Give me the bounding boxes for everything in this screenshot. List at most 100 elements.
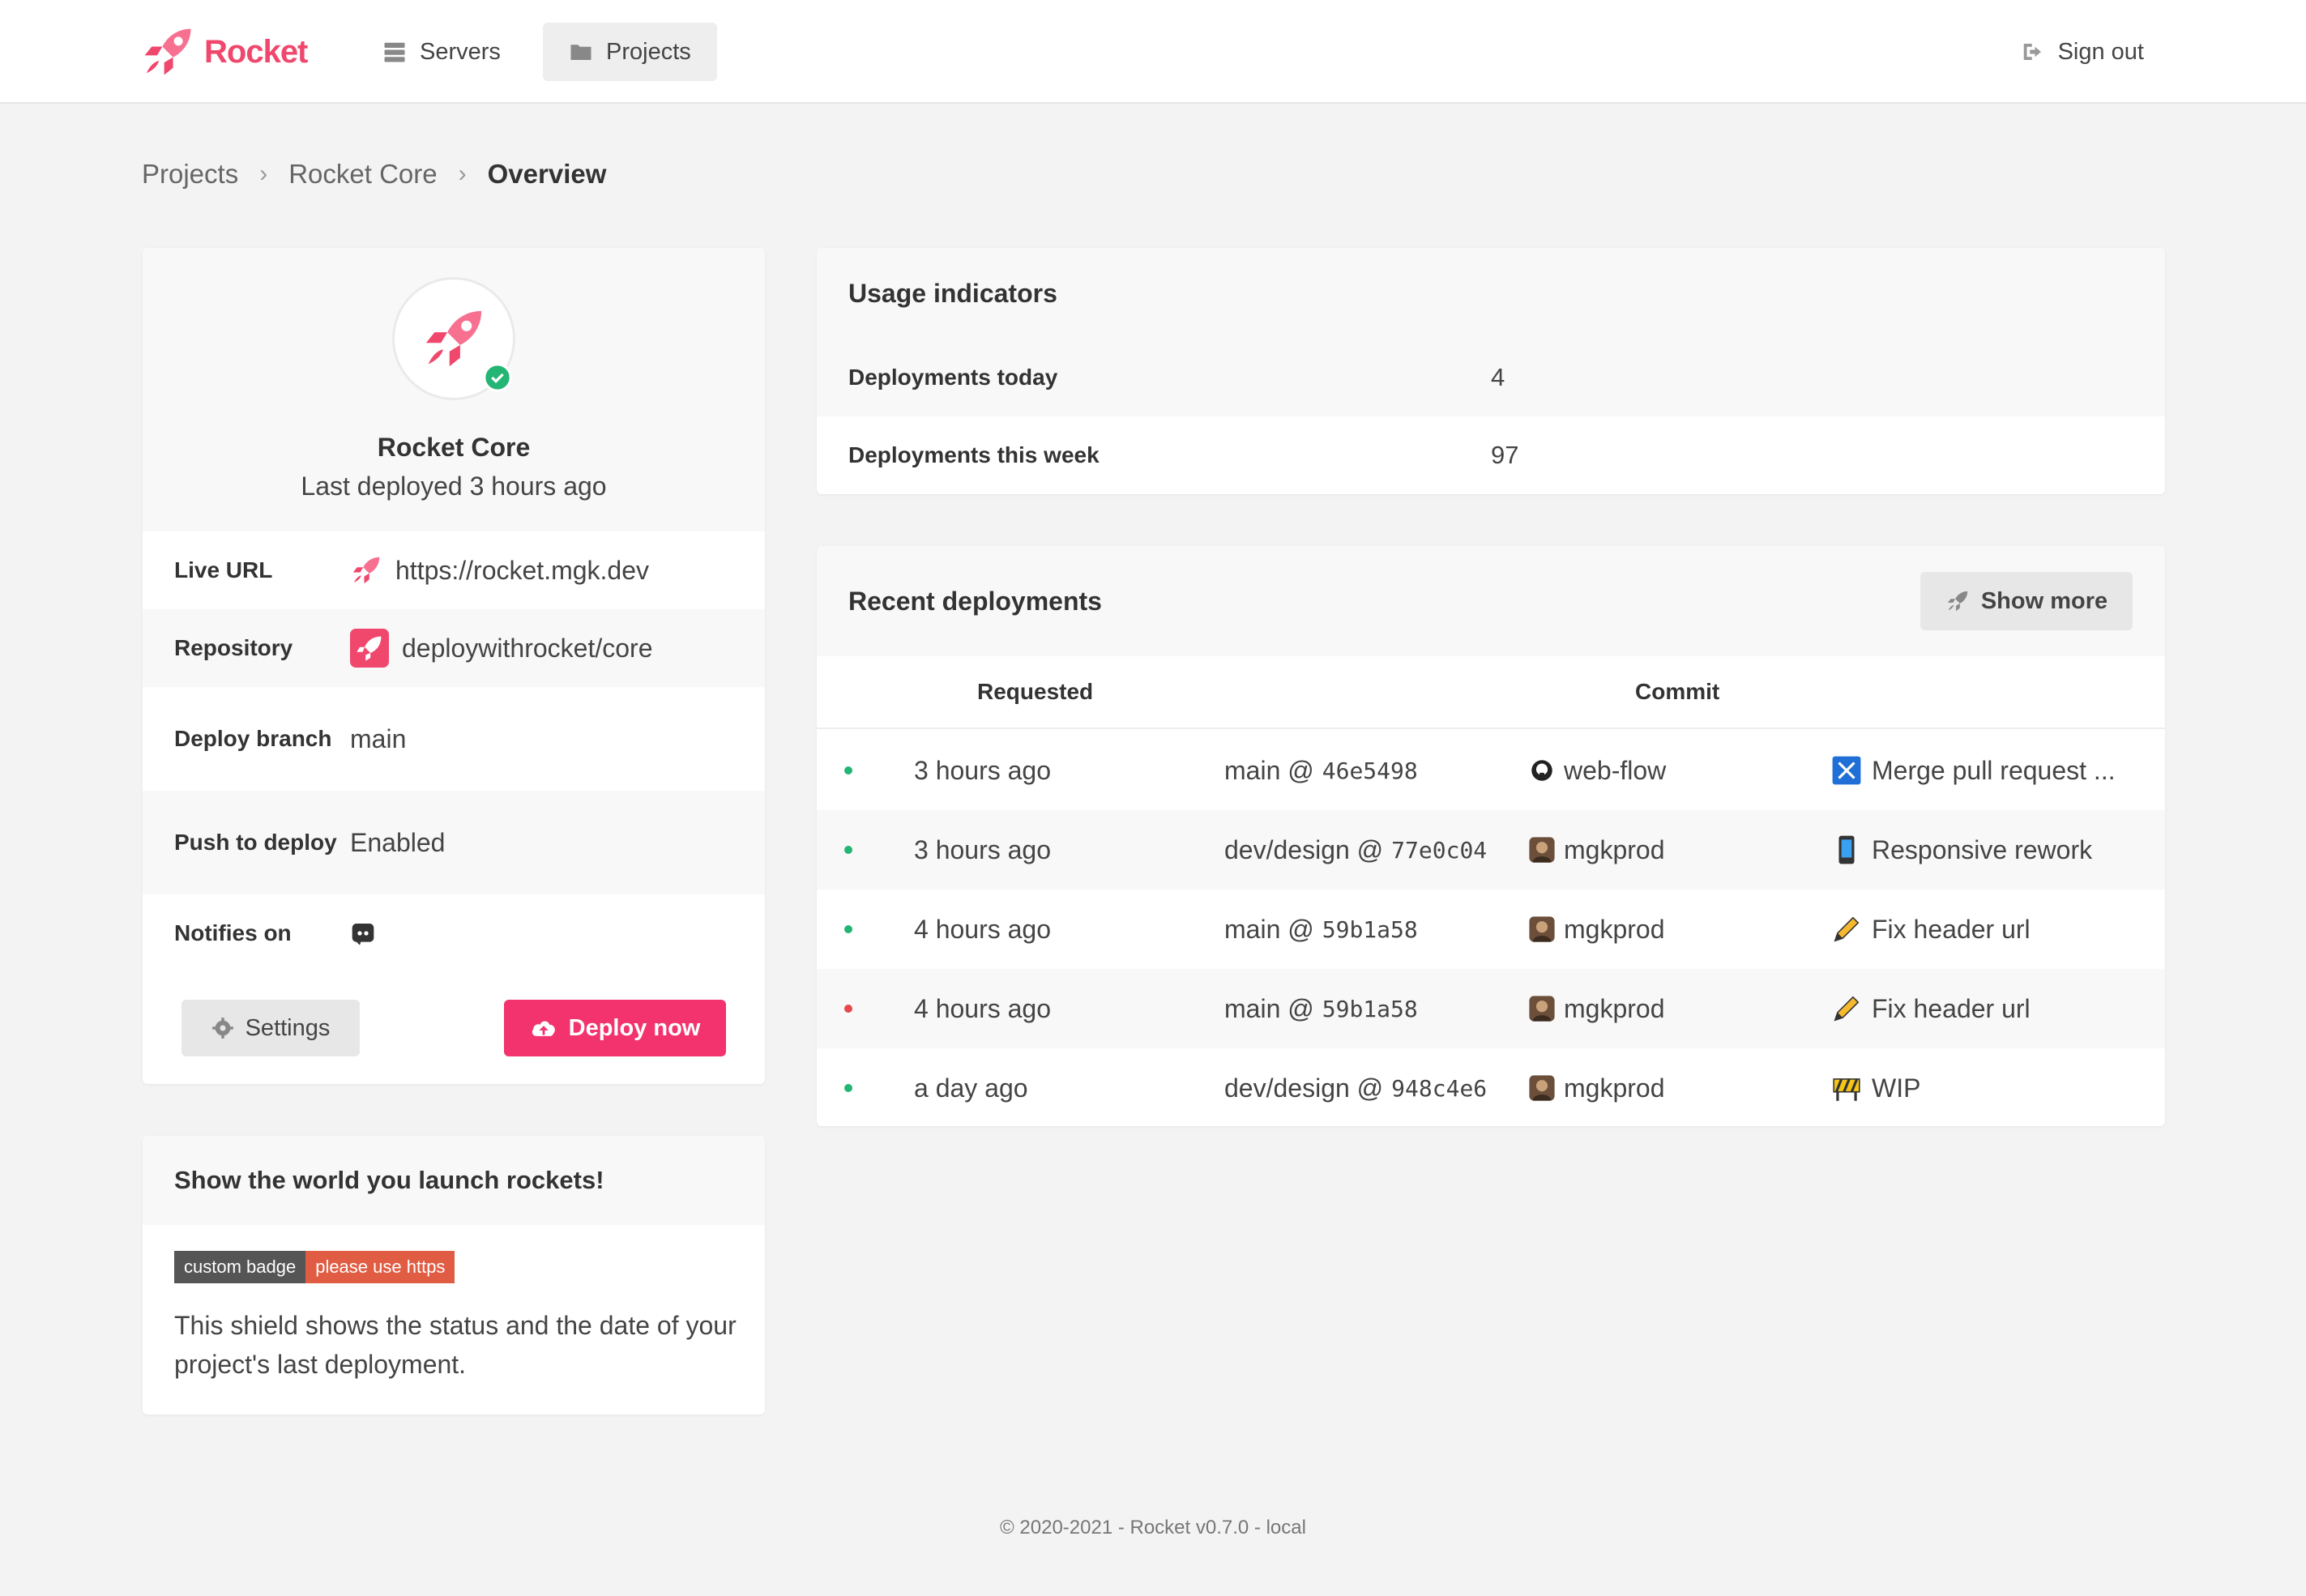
chevron-right-icon: › bbox=[259, 160, 268, 187]
deployment-branch: main @ 59b1a58 bbox=[1224, 890, 1418, 969]
github-icon bbox=[1528, 757, 1564, 784]
status-indicator bbox=[844, 766, 852, 775]
deployments-table-header: Requested Commit bbox=[817, 656, 2165, 729]
deploy-branch-value: main bbox=[350, 723, 407, 753]
branch-name: main @ bbox=[1224, 993, 1314, 1023]
commit-sha[interactable]: 948c4e6 bbox=[1391, 1075, 1487, 1102]
commit-author: web-flow bbox=[1528, 731, 1666, 810]
pencil-icon bbox=[1831, 914, 1872, 945]
shield-message: please use https bbox=[305, 1251, 455, 1283]
project-card: Rocket Core Last deployed 3 hours ago Li… bbox=[143, 248, 765, 1084]
commit-author: mgkprod bbox=[1528, 810, 1665, 890]
commit-message: Fix header url bbox=[1831, 890, 2031, 969]
brand-logo[interactable]: Rocket bbox=[139, 23, 308, 81]
commit-message-text: Merge pull request ... bbox=[1872, 755, 2116, 785]
info-row-push-to-deploy: Push to deploy Enabled bbox=[143, 791, 765, 894]
commit-message: Responsive rework bbox=[1831, 810, 2092, 890]
commit-sha[interactable]: 59b1a58 bbox=[1322, 916, 1418, 943]
rocket-logo-icon bbox=[144, 28, 191, 75]
sign-out-icon bbox=[2023, 44, 2041, 60]
shield-label: custom badge bbox=[174, 1251, 306, 1283]
author-name: mgkprod bbox=[1564, 834, 1665, 864]
deployment-row[interactable]: 4 hours ago main @ 59b1a58 mgkprod Fix heade… bbox=[817, 890, 2165, 969]
deployment-row[interactable]: 4 hours ago main @ 59b1a58 mgkprod Fix heade… bbox=[817, 969, 2165, 1048]
folder-icon bbox=[570, 45, 591, 60]
deployment-time: 4 hours ago bbox=[914, 914, 1052, 944]
deployment-time: a day ago bbox=[914, 1073, 1028, 1103]
commit-message-text: Fix header url bbox=[1872, 993, 2031, 1023]
deployment-time: 3 hours ago bbox=[914, 834, 1052, 864]
live-url-link[interactable]: https://rocket.mgk.dev bbox=[350, 554, 649, 587]
project-header: Rocket Core Last deployed 3 hours ago bbox=[143, 248, 765, 531]
branch-name: main @ bbox=[1224, 755, 1314, 785]
rocket-icon bbox=[425, 310, 482, 367]
commit-sha[interactable]: 59b1a58 bbox=[1322, 996, 1418, 1022]
deploy-now-button[interactable]: Deploy now bbox=[504, 1000, 726, 1056]
status-dot bbox=[844, 810, 852, 890]
deployment-branch: dev/design @ 77e0c04 bbox=[1224, 810, 1487, 890]
mobile-phone-icon bbox=[1831, 834, 1872, 865]
user-avatar-icon bbox=[1528, 915, 1564, 943]
usage-row: Deployments today 4 bbox=[817, 339, 2165, 416]
info-label: Live URL bbox=[174, 557, 273, 582]
branch-name: dev/design @ bbox=[1224, 1073, 1384, 1103]
branch-name: main @ bbox=[1224, 914, 1314, 944]
deployment-row[interactable]: a day ago dev/design @ 948c4e6 mgkprod WIP bbox=[817, 1048, 2165, 1126]
status-dot bbox=[844, 1048, 852, 1126]
user-avatar-icon bbox=[1528, 995, 1564, 1022]
breadcrumb: Projects › Rocket Core › Overview bbox=[142, 159, 606, 190]
brand-name: Rocket bbox=[204, 33, 308, 70]
settings-button[interactable]: Settings bbox=[181, 1000, 360, 1056]
chevron-right-icon: › bbox=[458, 160, 467, 187]
commit-sha[interactable]: 77e0c04 bbox=[1391, 837, 1487, 864]
usage-label: Deployments today bbox=[848, 365, 1058, 390]
deployment-row[interactable]: 3 hours ago dev/design @ 77e0c04 mgkprod Res… bbox=[817, 810, 2165, 890]
status-indicator bbox=[844, 1084, 852, 1092]
usage-label: Deployments this week bbox=[848, 442, 1100, 467]
breadcrumb-current: Overview bbox=[487, 159, 607, 189]
info-row-notifies-on: Notifies on bbox=[143, 894, 765, 972]
merge-icon bbox=[1831, 755, 1872, 786]
commit-sha[interactable]: 46e5498 bbox=[1322, 757, 1418, 784]
badge-description: This shield shows the status and the dat… bbox=[174, 1311, 737, 1379]
deployment-branch: main @ 46e5498 bbox=[1224, 731, 1418, 810]
show-more-label: Show more bbox=[1980, 587, 2108, 614]
deployment-row[interactable]: 3 hours ago main @ 46e5498 web-flow Merge pu… bbox=[817, 731, 2165, 810]
footer: © 2020-2021 - Rocket v0.7.0 - local bbox=[1000, 1517, 1306, 1538]
breadcrumb-project[interactable]: Rocket Core bbox=[288, 159, 437, 190]
status-indicator bbox=[844, 846, 852, 854]
column-header-commit: Commit bbox=[1635, 679, 1720, 704]
usage-title: Usage indicators bbox=[817, 248, 2165, 339]
show-more-button[interactable]: Show more bbox=[1920, 572, 2133, 630]
settings-label: Settings bbox=[245, 1014, 331, 1041]
column-header-requested: Requested bbox=[977, 679, 1094, 704]
repository-text: deploywithrocket/core bbox=[402, 633, 653, 663]
commit-author: mgkprod bbox=[1528, 969, 1665, 1048]
user-avatar-icon bbox=[1528, 1074, 1564, 1102]
sign-out-button[interactable]: Sign out bbox=[2021, 23, 2144, 81]
info-row-live-url: Live URL https://rocket.mgk.dev bbox=[143, 531, 765, 609]
commit-message: WIP bbox=[1831, 1048, 1920, 1126]
commit-author: mgkprod bbox=[1528, 890, 1665, 969]
commit-message-text: Fix header url bbox=[1872, 914, 2031, 944]
nav-servers[interactable]: Servers bbox=[357, 23, 527, 81]
rocket-icon bbox=[352, 557, 380, 584]
breadcrumb-projects[interactable]: Projects bbox=[142, 159, 238, 190]
nav-projects[interactable]: Projects bbox=[543, 23, 717, 81]
user-avatar-icon bbox=[1528, 836, 1564, 864]
commit-message: Fix header url bbox=[1831, 969, 2031, 1048]
deployment-time: 4 hours ago bbox=[914, 993, 1052, 1023]
status-check-icon bbox=[483, 363, 512, 392]
top-navbar: Rocket Servers Projects Sign out bbox=[0, 0, 2306, 104]
info-row-deploy-branch: Deploy branch main bbox=[143, 687, 765, 791]
project-name: Rocket Core bbox=[377, 433, 531, 462]
deployment-time: 3 hours ago bbox=[914, 755, 1052, 785]
server-icon bbox=[384, 42, 405, 62]
deployment-branch: dev/design @ 948c4e6 bbox=[1224, 1048, 1487, 1126]
notifies-on-value bbox=[350, 920, 389, 946]
nav-servers-label: Servers bbox=[420, 38, 501, 65]
usage-row: Deployments this week 97 bbox=[817, 416, 2165, 494]
repository-link[interactable]: deploywithrocket/core bbox=[350, 629, 652, 668]
author-name: mgkprod bbox=[1564, 914, 1665, 944]
info-label: Notifies on bbox=[174, 920, 292, 945]
